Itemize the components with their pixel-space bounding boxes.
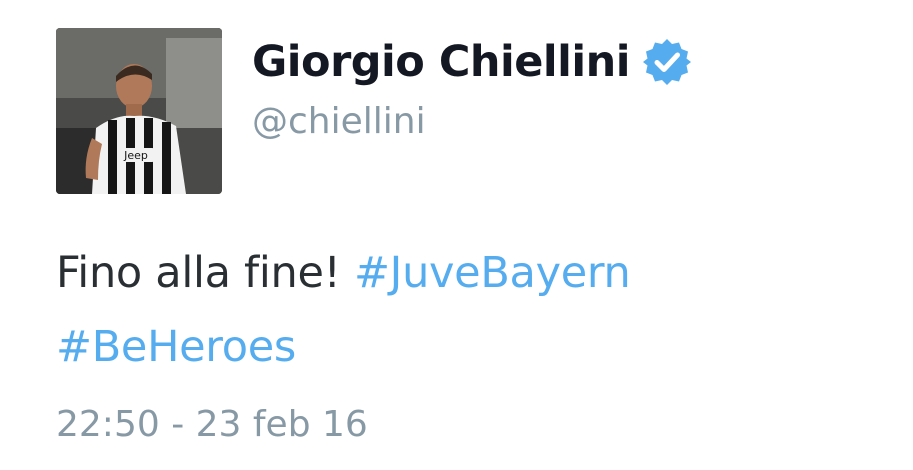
author-handle[interactable]: @chiellini: [252, 98, 426, 146]
tweet-text: Fino alla fine! #JuveBayern #BeHeroes: [56, 236, 896, 384]
author-avatar[interactable]: Jeep: [56, 28, 222, 194]
hashtag-link[interactable]: #BeHeroes: [56, 322, 296, 372]
avatar-jersey-text: Jeep: [123, 149, 148, 162]
tweet-card: Jeep Giorgio Chiellini @chiellini Fino a…: [0, 0, 913, 470]
name-row: Giorgio Chiellini: [252, 32, 692, 92]
author-display-name[interactable]: Giorgio Chiellini: [252, 32, 630, 92]
author-block: Giorgio Chiellini @chiellini: [252, 28, 892, 194]
verified-badge-icon: [642, 37, 692, 87]
tweet-timestamp[interactable]: 22:50 - 23 feb 16: [56, 398, 368, 452]
tweet-text-plain: Fino alla fine!: [56, 248, 354, 298]
hashtag-link[interactable]: #JuveBayern: [354, 248, 631, 298]
avatar-image: Jeep: [56, 28, 222, 194]
